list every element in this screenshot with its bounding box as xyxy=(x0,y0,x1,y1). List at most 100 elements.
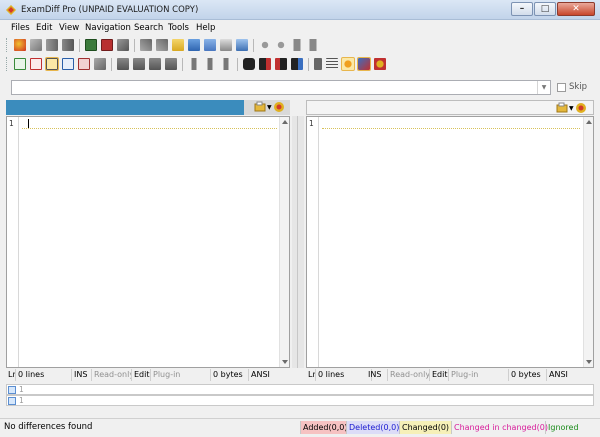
scroll-down-icon[interactable] xyxy=(586,360,592,364)
info-plugin: Plug-in xyxy=(449,369,509,381)
binoculars-icon[interactable] xyxy=(243,58,255,70)
pane-splitter[interactable] xyxy=(292,116,304,368)
vertical-layout-icon[interactable] xyxy=(62,58,74,70)
redo-icon[interactable] xyxy=(275,39,287,51)
menu-tools[interactable]: Tools xyxy=(168,23,189,33)
save-left-icon[interactable] xyxy=(85,39,97,51)
menu-files[interactable]: Files xyxy=(11,23,30,33)
info-plugin: Plug-in xyxy=(151,369,211,381)
prev-diff-icon[interactable] xyxy=(133,58,145,70)
prev-arrow-icon[interactable] xyxy=(307,39,319,51)
scroll-up-icon[interactable] xyxy=(586,120,592,124)
current-line-marker xyxy=(22,128,277,129)
left-text-pane[interactable]: 1 xyxy=(6,116,290,368)
menu-edit[interactable]: Edit xyxy=(36,23,52,33)
toolbar-grip[interactable] xyxy=(6,38,10,52)
toolbar-grip[interactable] xyxy=(6,57,10,71)
menu-navigation[interactable]: Navigation xyxy=(85,23,131,33)
print-preview-icon[interactable] xyxy=(236,39,248,51)
open-folder-icon[interactable] xyxy=(188,39,200,51)
info-readonly: Read-only xyxy=(94,369,132,381)
info-encoding: ANSI xyxy=(549,370,568,379)
legend-deleted: Deleted(0,0) xyxy=(346,421,402,434)
merge-icon[interactable] xyxy=(62,39,74,51)
edit-options-icon[interactable] xyxy=(357,57,371,71)
show-diffs-icon[interactable] xyxy=(30,58,42,70)
info-ins: INS xyxy=(366,369,388,381)
side-by-side-icon[interactable] xyxy=(45,57,59,71)
line-number-gutter: 1 xyxy=(7,117,19,367)
report-icon[interactable] xyxy=(204,39,216,51)
compare-icon[interactable] xyxy=(14,39,26,51)
find-prev-icon[interactable] xyxy=(275,58,287,70)
lines-icon[interactable] xyxy=(326,58,338,70)
print-icon[interactable] xyxy=(220,39,232,51)
save-all-icon[interactable] xyxy=(117,39,129,51)
compare-small-icon[interactable] xyxy=(273,101,285,113)
find-sync-icon[interactable] xyxy=(291,58,303,70)
new-folder-icon[interactable] xyxy=(172,39,184,51)
compare-small-icon[interactable] xyxy=(575,102,587,114)
right-info-strip: Lr 0 lines INS Read-only Edit Plug-in 0 … xyxy=(306,369,594,381)
toolbar-separator xyxy=(182,57,183,71)
ignore-icon[interactable] xyxy=(78,58,90,70)
find-next-icon[interactable] xyxy=(259,58,271,70)
plugin-icon[interactable] xyxy=(374,58,386,70)
chevron-down-icon[interactable]: ▼ xyxy=(537,81,550,94)
filter-combo[interactable]: ▼ xyxy=(11,80,551,95)
down-arrow-icon[interactable] xyxy=(220,58,232,70)
line-number: 1 xyxy=(309,119,314,128)
right-text-pane[interactable]: 1 xyxy=(306,116,594,368)
open-file-icon[interactable] xyxy=(254,101,266,113)
toolbar-separator xyxy=(237,57,238,71)
skip-label: Skip xyxy=(569,82,588,92)
copy-to-left-icon[interactable] xyxy=(140,39,152,51)
window-title: ExamDiff Pro (UNPAID EVALUATION COPY) xyxy=(21,5,199,15)
left-pane-header: ▼ xyxy=(6,100,290,115)
chevron-down-icon[interactable]: ▼ xyxy=(569,105,574,112)
next-arrow-icon[interactable] xyxy=(291,39,303,51)
scroll-up-icon[interactable] xyxy=(282,120,288,124)
open-file-icon[interactable] xyxy=(556,102,568,114)
swap-files-icon[interactable] xyxy=(46,39,58,51)
compare-line-right[interactable]: 1 xyxy=(6,395,594,406)
left-file-path-bar[interactable] xyxy=(6,100,244,115)
filter-icon[interactable] xyxy=(94,58,106,70)
chevron-down-icon[interactable]: ▼ xyxy=(267,104,272,111)
maximize-button[interactable]: □ xyxy=(534,2,556,16)
menu-view[interactable]: View xyxy=(59,23,79,33)
title-bar: ExamDiff Pro (UNPAID EVALUATION COPY) – … xyxy=(0,0,600,20)
minimize-button[interactable]: – xyxy=(511,2,533,16)
legend-changed: Changed(0) xyxy=(399,421,452,434)
left-vertical-scrollbar[interactable] xyxy=(279,117,289,367)
legend-added: Added(0,0) xyxy=(300,421,350,434)
close-button[interactable]: ✕ xyxy=(557,2,595,16)
info-edit: Edit xyxy=(432,369,449,381)
menu-search[interactable]: Search xyxy=(134,23,163,33)
examdiff-logo-icon xyxy=(6,5,16,15)
next-diff-icon[interactable] xyxy=(149,58,161,70)
show-all-icon[interactable] xyxy=(14,58,26,70)
up-down-arrow-icon[interactable] xyxy=(204,58,216,70)
toolbar-main xyxy=(6,37,406,53)
info-prefix: Lr xyxy=(8,369,16,381)
line-number: 1 xyxy=(19,396,24,405)
line-number-gutter: 1 xyxy=(307,117,319,367)
right-pane-header: ▼ xyxy=(306,100,594,115)
toolbar-separator xyxy=(79,38,80,52)
up-arrow-icon[interactable] xyxy=(188,58,200,70)
save-right-icon[interactable] xyxy=(101,39,113,51)
menu-help[interactable]: Help xyxy=(196,23,215,33)
close-icon: ✕ xyxy=(572,4,580,14)
last-diff-icon[interactable] xyxy=(165,58,177,70)
skip-checkbox[interactable] xyxy=(557,83,566,92)
recompare-icon[interactable] xyxy=(30,39,42,51)
scroll-down-icon[interactable] xyxy=(282,360,288,364)
copy-to-right-icon[interactable] xyxy=(156,39,168,51)
first-diff-icon[interactable] xyxy=(117,58,129,70)
undo-icon[interactable] xyxy=(259,39,271,51)
compare-line-left[interactable]: 1 xyxy=(6,384,594,395)
right-vertical-scrollbar[interactable] xyxy=(583,117,593,367)
options-dropdown-icon[interactable] xyxy=(314,58,322,70)
sun-icon[interactable] xyxy=(341,57,355,71)
